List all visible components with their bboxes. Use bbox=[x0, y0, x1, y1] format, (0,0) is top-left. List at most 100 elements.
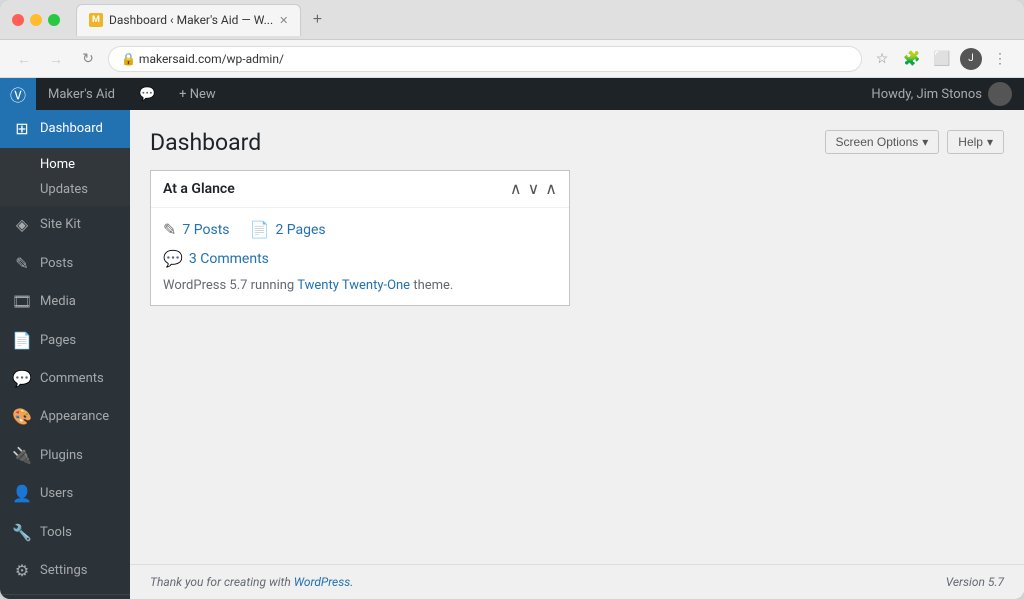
sidebar-item-media[interactable]: 🎞 Media bbox=[0, 283, 130, 321]
plugins-icon: 🔌 bbox=[12, 445, 32, 467]
wp-logo-button[interactable]: Ⓥ bbox=[0, 78, 36, 110]
media-label: Media bbox=[40, 293, 76, 311]
comments-icon: 💬 bbox=[12, 368, 32, 390]
posts-stat: ✎ 7 Posts bbox=[163, 220, 230, 239]
cast-button[interactable]: ⬜ bbox=[930, 47, 954, 71]
pages-icon: 📄 bbox=[12, 330, 32, 352]
sidebar-item-site-kit[interactable]: ◈ Site Kit bbox=[0, 206, 130, 244]
sidebar-item-home[interactable]: Home bbox=[0, 152, 130, 177]
address-text: 🔒 makersaid.com/wp-admin/ bbox=[121, 52, 284, 66]
browser-titlebar: M Dashboard ‹ Maker's Aid — W... ✕ + bbox=[0, 0, 1024, 40]
screen-options-arrow: ▾ bbox=[922, 135, 928, 149]
sidebar-item-users[interactable]: 👤 Users bbox=[0, 475, 130, 513]
pages-stat: 📄 2 Pages bbox=[250, 220, 326, 239]
wp-content-area: Dashboard Screen Options ▾ Help ▾ bbox=[130, 110, 1024, 599]
pages-stat-link[interactable]: 2 Pages bbox=[275, 222, 325, 238]
at-a-glance-widget: At a Glance ∧ ∨ ∧ ✎ 7 Posts bbox=[150, 170, 570, 306]
sidebar-item-plugins[interactable]: 🔌 Plugins bbox=[0, 437, 130, 475]
site-kit-label: Site Kit bbox=[40, 216, 81, 234]
comments-stat-link[interactable]: 3 Comments bbox=[189, 251, 269, 267]
browser-navbar: ← → ↻ 🔒 makersaid.com/wp-admin/ ☆ 🧩 ⬜ J … bbox=[0, 40, 1024, 78]
wordpress-link[interactable]: WordPress. bbox=[294, 575, 354, 589]
sidebar-item-pages[interactable]: 📄 Pages bbox=[0, 322, 130, 360]
sidebar-item-tools[interactable]: 🔧 Tools bbox=[0, 514, 130, 552]
appearance-icon: 🎨 bbox=[12, 406, 32, 428]
sidebar-item-posts[interactable]: ✎ Posts bbox=[0, 245, 130, 283]
users-label: Users bbox=[40, 485, 73, 503]
comment-icon-bar-item[interactable]: 💬 bbox=[127, 78, 167, 110]
wp-version-text: WordPress 5.7 running bbox=[163, 278, 294, 293]
widget-collapse-up-button[interactable]: ∧ bbox=[510, 179, 522, 199]
tab-close-button[interactable]: ✕ bbox=[279, 14, 288, 27]
sidebar-item-updates[interactable]: Updates bbox=[0, 177, 130, 202]
help-button[interactable]: Help ▾ bbox=[947, 130, 1004, 154]
updates-label: Updates bbox=[40, 182, 88, 197]
sidebar-item-settings[interactable]: ⚙ Settings bbox=[0, 552, 130, 590]
site-name-bar-item[interactable]: Maker's Aid bbox=[36, 78, 127, 110]
minimize-button[interactable] bbox=[30, 14, 42, 26]
sidebar-divider bbox=[0, 594, 130, 595]
page-title: Dashboard bbox=[150, 129, 261, 156]
dashboard-icon: ⊞ bbox=[12, 118, 32, 140]
address-bar[interactable]: 🔒 makersaid.com/wp-admin/ bbox=[108, 46, 862, 72]
at-a-glance-stats: ✎ 7 Posts 📄 2 Pages bbox=[163, 220, 557, 239]
active-tab[interactable]: M Dashboard ‹ Maker's Aid — W... ✕ bbox=[76, 4, 301, 36]
bookmark-button[interactable]: ☆ bbox=[870, 47, 894, 71]
tools-label: Tools bbox=[40, 524, 72, 542]
widget-collapse-down-button[interactable]: ∨ bbox=[528, 179, 540, 199]
tab-favicon: M bbox=[89, 13, 103, 27]
header-buttons: Screen Options ▾ Help ▾ bbox=[825, 130, 1004, 154]
content-header: Dashboard Screen Options ▾ Help ▾ bbox=[150, 130, 1004, 154]
screen-options-button[interactable]: Screen Options ▾ bbox=[825, 130, 940, 154]
plugins-label: Plugins bbox=[40, 447, 83, 465]
wp-admin-bar: Ⓥ Maker's Aid 💬 + New Howdy, Jim Stonos bbox=[0, 78, 1024, 110]
widget-title: At a Glance bbox=[163, 181, 235, 197]
help-label: Help bbox=[958, 135, 983, 149]
sidebar-item-dashboard[interactable]: ⊞ Dashboard bbox=[0, 110, 130, 148]
media-icon: 🎞 bbox=[12, 291, 32, 313]
posts-label: Posts bbox=[40, 255, 73, 273]
comment-icon: 💬 bbox=[139, 87, 155, 102]
widget-body: ✎ 7 Posts 📄 2 Pages 💬 3 Comment bbox=[151, 208, 569, 305]
theme-link[interactable]: Twenty Twenty-One bbox=[297, 278, 410, 293]
comments-label: Comments bbox=[40, 370, 104, 388]
widget-configure-button[interactable]: ∧ bbox=[545, 179, 557, 199]
sidebar-item-comments[interactable]: 💬 Comments bbox=[0, 360, 130, 398]
pages-label: Pages bbox=[40, 332, 76, 350]
comments-stat-icon: 💬 bbox=[163, 249, 183, 268]
settings-icon: ⚙ bbox=[12, 560, 32, 582]
wp-main-layout: ⊞ Dashboard Home Updates ◈ Site Kit bbox=[0, 110, 1024, 599]
wp-admin: Ⓥ Maker's Aid 💬 + New Howdy, Jim Stonos bbox=[0, 78, 1024, 599]
close-button[interactable] bbox=[12, 14, 24, 26]
home-label: Home bbox=[40, 157, 75, 172]
comments-stat: 💬 3 Comments bbox=[163, 249, 557, 268]
new-label: + New bbox=[179, 87, 216, 102]
site-name-label: Maker's Aid bbox=[48, 87, 115, 102]
wp-version-info: WordPress 5.7 running Twenty Twenty-One … bbox=[163, 278, 557, 293]
sidebar-dashboard-submenu: Home Updates bbox=[0, 148, 130, 206]
footer-thanks: Thank you for creating with WordPress. bbox=[150, 575, 353, 589]
window-controls bbox=[12, 14, 60, 26]
maximize-button[interactable] bbox=[48, 14, 60, 26]
new-tab-button[interactable]: + bbox=[305, 8, 329, 32]
wp-sidebar: ⊞ Dashboard Home Updates ◈ Site Kit bbox=[0, 110, 130, 599]
tools-icon: 🔧 bbox=[12, 522, 32, 544]
menu-button[interactable]: ⋮ bbox=[988, 47, 1012, 71]
new-content-button[interactable]: + New bbox=[167, 78, 228, 110]
chrome-user-avatar[interactable]: J bbox=[960, 48, 982, 70]
sidebar-item-appearance[interactable]: 🎨 Appearance bbox=[0, 398, 130, 436]
admin-avatar[interactable] bbox=[988, 82, 1012, 106]
browser-tabs: M Dashboard ‹ Maker's Aid — W... ✕ + bbox=[76, 4, 1012, 36]
nav-icons: ☆ 🧩 ⬜ J ⋮ bbox=[870, 47, 1012, 71]
wp-content-inner: Dashboard Screen Options ▾ Help ▾ bbox=[130, 110, 1024, 564]
posts-stat-link[interactable]: 7 Posts bbox=[182, 222, 229, 238]
screen-options-label: Screen Options bbox=[836, 135, 919, 149]
pages-stat-icon: 📄 bbox=[250, 220, 270, 239]
tab-title: Dashboard ‹ Maker's Aid — W... bbox=[109, 13, 273, 27]
forward-button[interactable]: → bbox=[44, 47, 68, 71]
extension-button[interactable]: 🧩 bbox=[900, 47, 924, 71]
posts-icon: ✎ bbox=[12, 253, 32, 275]
back-button[interactable]: ← bbox=[12, 47, 36, 71]
reload-button[interactable]: ↻ bbox=[76, 47, 100, 71]
posts-stat-icon: ✎ bbox=[163, 220, 176, 239]
